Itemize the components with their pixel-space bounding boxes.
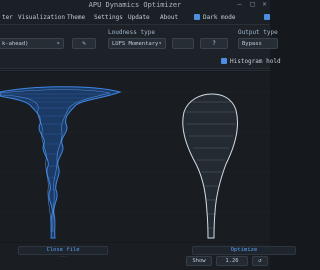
histogram-visualization xyxy=(0,86,270,239)
output-type-select[interactable]: Bypass xyxy=(238,38,278,49)
help-button[interactable]: ? xyxy=(200,38,228,49)
window-title: APU Dynamics Optimizer xyxy=(88,1,182,9)
loudness-type-select[interactable]: LUFS Momentary ▾ xyxy=(108,38,166,49)
controls-panel: Loudness type Output type k-ahead) ▾ ✎ L… xyxy=(0,25,281,69)
zoom-field[interactable]: 1.26 xyxy=(216,256,248,266)
histogram-hold-checkbox[interactable] xyxy=(221,58,227,64)
close-icon[interactable]: ✕ xyxy=(261,1,268,8)
output-loudness-histogram xyxy=(182,93,239,239)
help-circle-icon: ? xyxy=(212,40,216,47)
menu-visualization[interactable]: Visualization xyxy=(18,14,65,21)
menu-update[interactable]: Update xyxy=(128,14,150,21)
preset-select[interactable]: k-ahead) ▾ xyxy=(0,38,64,49)
chevron-down-icon: ▾ xyxy=(56,40,60,47)
dark-mode-checkbox[interactable] xyxy=(194,14,200,20)
close-file-sub: ··· xyxy=(58,255,68,260)
panel-divider xyxy=(0,70,270,71)
histogram-hold-label: Histogram hold xyxy=(230,58,281,65)
loudness-type-value: LUFS Momentary xyxy=(112,41,159,47)
zoom-value: 1.26 xyxy=(225,258,239,264)
preset-value: k-ahead) xyxy=(2,41,29,47)
extra-toggle-checkbox[interactable] xyxy=(264,14,270,20)
menu-bar: ter Visualization Theme Settings Update … xyxy=(0,11,270,25)
close-file-button[interactable]: Close file xyxy=(18,246,108,255)
optimize-button[interactable]: Optimize xyxy=(192,246,296,255)
loudness-option-button[interactable] xyxy=(172,38,194,49)
pencil-icon: ✎ xyxy=(82,40,86,47)
menu-filter[interactable]: ter xyxy=(2,14,13,21)
edit-preset-button[interactable]: ✎ xyxy=(72,38,96,49)
zoom-reset-button[interactable]: ↺ xyxy=(252,256,268,266)
optimize-label: Optimize xyxy=(230,247,258,253)
refresh-icon: ↺ xyxy=(258,258,262,264)
maximize-icon[interactable]: □ xyxy=(249,1,256,8)
visualization-area xyxy=(0,72,270,242)
close-file-label: Close file xyxy=(46,247,80,253)
show-label: Show xyxy=(192,258,206,264)
output-type-value: Bypass xyxy=(242,41,262,47)
menu-settings[interactable]: Settings xyxy=(94,14,123,21)
show-button[interactable]: Show xyxy=(186,256,212,266)
output-type-label: Output type xyxy=(238,29,278,36)
chevron-down-icon: ▾ xyxy=(158,40,162,47)
menu-theme[interactable]: Theme xyxy=(67,14,85,21)
minimize-icon[interactable]: – xyxy=(236,1,243,8)
title-bar: APU Dynamics Optimizer – □ ✕ xyxy=(0,0,270,11)
loudness-type-label: Loudness type xyxy=(108,29,155,36)
dark-mode-label: Dark mode xyxy=(203,14,236,21)
input-loudness-histogram xyxy=(0,86,122,239)
menu-about[interactable]: About xyxy=(160,14,178,21)
